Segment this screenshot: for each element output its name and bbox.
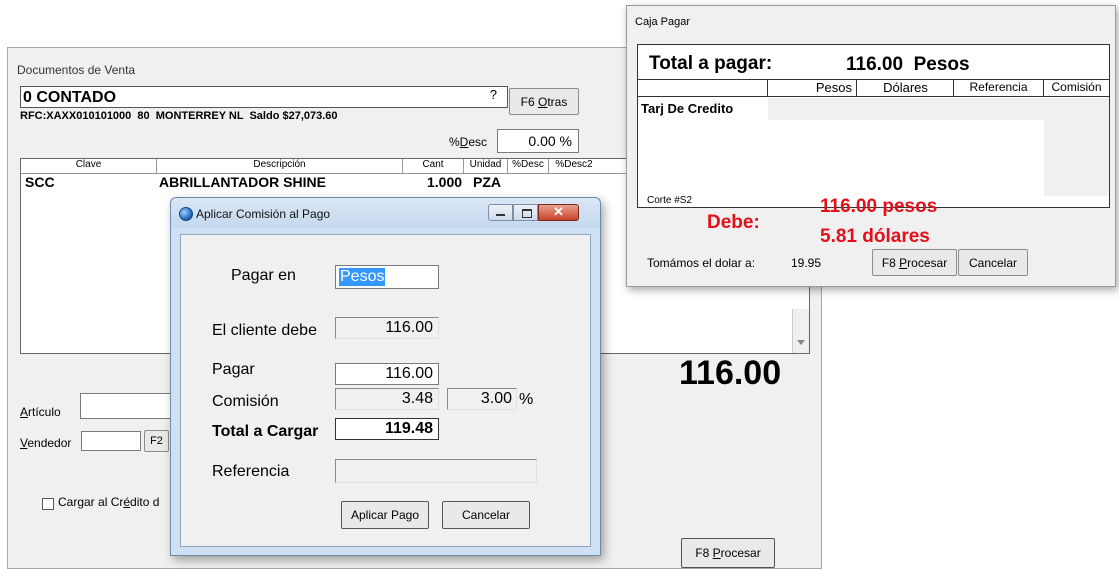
col-dolares[interactable]: Dólares	[858, 80, 954, 96]
pagar-input[interactable]: 116.00	[335, 363, 439, 385]
dolar-value: 19.95	[791, 256, 822, 270]
row-descripcion: ABRILLANTADOR SHINE	[159, 174, 326, 190]
desc-label: %Desc	[449, 135, 488, 149]
col-comision[interactable]: Comisión	[1044, 80, 1109, 96]
vendedor-input[interactable]	[81, 431, 141, 451]
caja-cancelar-button[interactable]: Cancelar	[958, 249, 1028, 276]
caja-title: Caja Pagar	[635, 16, 691, 28]
col-blank	[638, 80, 768, 96]
rfc-line: RFC:XAXX010101000 80 MONTERREY NL Saldo …	[20, 110, 338, 122]
row-unidad: PZA	[473, 174, 501, 190]
comision-dialog: Aplicar Comisión al Pago ✕ Pagar en Peso…	[170, 197, 601, 556]
pagar-label: Pagar	[212, 361, 255, 378]
col-referencia[interactable]: Referencia	[954, 80, 1044, 96]
debe-pesos: 116.00 pesos	[820, 196, 938, 217]
row-tarjeta-cells[interactable]	[768, 98, 1044, 120]
dolar-label: Tomámos el dolar a:	[647, 256, 756, 270]
credito-label: Cargar al Crédito d	[58, 495, 160, 509]
cliente-debe-label: El cliente debe	[212, 322, 317, 339]
cliente-field[interactable]: 0 CONTADO ?	[20, 86, 508, 108]
pagar-en-value: Pesos	[339, 268, 386, 286]
comision-title: Aplicar Comisión al Pago	[196, 207, 331, 221]
col-descripcion[interactable]: Descripción	[157, 159, 403, 173]
total-a-pagar-label: Total a pagar:	[649, 53, 773, 74]
cliente-value: 0 CONTADO	[23, 89, 117, 106]
close-icon: ✕	[553, 204, 564, 219]
comision-body: Pagar en Pesos El cliente debe 116.00 Pa…	[180, 234, 591, 547]
vendedor-label: Vendedor	[20, 436, 72, 450]
comision-field: 3.48	[335, 388, 439, 410]
pagar-en-select[interactable]: Pesos	[335, 265, 439, 289]
caja-f8-procesar-button[interactable]: F8 Procesar	[872, 249, 957, 276]
pct-sign: %	[519, 391, 534, 408]
col-cant[interactable]: Cant	[403, 159, 464, 173]
col-desc[interactable]: %Desc	[508, 159, 549, 173]
caja-pagar-window: Caja Pagar Total a pagar: 116.00 Pesos P…	[626, 5, 1116, 287]
ventas-title: Documentos de Venta	[17, 63, 136, 77]
cliente-debe-field: 116.00	[335, 317, 439, 339]
total-cargar-field: 119.48	[335, 418, 439, 440]
row-tarjeta-label: Tarj De Credito	[641, 101, 734, 116]
minimize-button[interactable]	[488, 204, 513, 221]
aplicar-pago-button[interactable]: Aplicar Pago	[341, 501, 429, 529]
help-question[interactable]: ?	[490, 87, 497, 102]
caja-panel: Total a pagar: 116.00 Pesos Pesos Dólare…	[637, 44, 1110, 208]
col-desc2[interactable]: %Desc2	[549, 159, 599, 173]
articulo-label: Artículo	[20, 405, 61, 419]
close-button[interactable]: ✕	[538, 204, 579, 221]
maximize-icon	[522, 209, 532, 218]
debe-label: Debe:	[707, 212, 760, 233]
grand-total: 116.00	[679, 354, 782, 392]
pagar-en-label: Pagar en	[231, 267, 296, 284]
caja-grid-header: Pesos Dólares Referencia Comisión	[638, 79, 1109, 97]
scroll-down-icon[interactable]	[797, 340, 805, 345]
grid-scrollbar[interactable]	[792, 309, 809, 353]
articulo-input[interactable]	[80, 393, 180, 419]
referencia-label: Referencia	[212, 463, 290, 480]
desc-input[interactable]: 0.00 %	[497, 129, 579, 153]
credito-checkbox[interactable]	[42, 498, 54, 510]
minimize-icon	[496, 214, 505, 216]
comision-label: Comisión	[212, 393, 279, 410]
col-pesos[interactable]: Pesos	[768, 80, 857, 96]
app-icon	[179, 207, 193, 221]
col-unidad[interactable]: Unidad	[464, 159, 508, 173]
row-cant: 1.000	[427, 174, 463, 190]
caja-empty-area	[768, 120, 1044, 196]
caja-row-tarjeta[interactable]: Tarj De Credito	[638, 98, 1109, 120]
comision-pct-field: 3.00	[447, 388, 517, 410]
cancelar-button[interactable]: Cancelar	[442, 501, 530, 529]
corte-label: Corte #S2	[647, 195, 693, 206]
maximize-button[interactable]	[513, 204, 538, 221]
comision-titlebar[interactable]: Aplicar Comisión al Pago ✕	[171, 198, 600, 228]
f2-button[interactable]: F2	[144, 430, 169, 452]
referencia-field	[335, 459, 537, 483]
total-a-pagar-value: 116.00 Pesos	[846, 54, 970, 75]
row-clave: SCC	[25, 174, 55, 190]
caja-right-strip	[1044, 98, 1109, 196]
col-clave[interactable]: Clave	[21, 159, 157, 173]
debe-dolares: 5.81 dólares	[820, 226, 930, 247]
total-cargar-label: Total a Cargar	[212, 423, 319, 440]
f8-procesar-button[interactable]: F8 Procesar	[681, 538, 775, 568]
f6-otras-button[interactable]: F6 Otras	[509, 88, 579, 115]
